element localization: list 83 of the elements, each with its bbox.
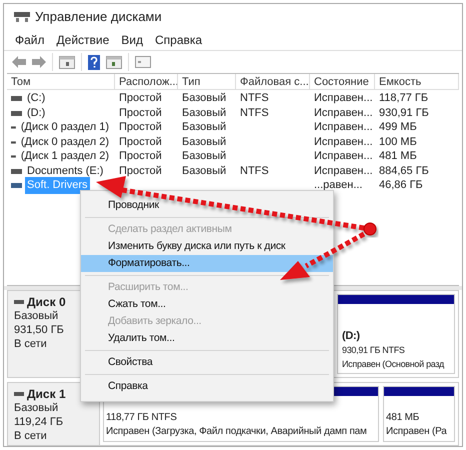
disk-type: Базовый	[14, 400, 60, 415]
table-cell-text: 930,91 ГБ	[379, 106, 429, 121]
menu-item[interactable]: Проводник	[81, 197, 333, 214]
disk-status: В сети	[14, 428, 48, 443]
column-header[interactable]: Файловая с...	[236, 74, 310, 90]
partition-label: (D:)	[342, 328, 361, 343]
volume-name[interactable]: (Диск 1 раздел 2)	[18, 148, 111, 165]
menu-item[interactable]: Вид	[116, 31, 148, 50]
partition-size: 118,77 ГБ NTFS	[106, 410, 178, 425]
table-cell-text: NTFS	[240, 91, 269, 106]
partition-status: Исправен (Ра	[386, 424, 448, 439]
partition-block[interactable]: 481 МБ Исправен (Ра	[383, 386, 455, 442]
table-cell-text: NTFS	[240, 164, 269, 179]
forward-arrow-icon[interactable]	[32, 56, 46, 68]
table-cell-text: Исправен...	[314, 134, 373, 150]
table-cell-text: Простой	[119, 91, 162, 106]
table-cell-text: Исправен...	[314, 164, 373, 179]
table-cell-text: Базовый	[182, 149, 226, 164]
drive-icon	[11, 183, 22, 188]
disk-management-icon	[14, 12, 30, 22]
volume-name[interactable]: (C:)	[25, 90, 48, 107]
partition-block[interactable]: (D:) 930,91 ГБ NTFS Исправен (Основной разд	[337, 294, 455, 374]
drive-icon	[11, 125, 16, 130]
table-cell-text: Исправен...	[314, 106, 373, 121]
help-icon[interactable]	[88, 54, 100, 70]
menu-item[interactable]: Файл	[10, 31, 50, 50]
panel-icon[interactable]	[106, 56, 122, 69]
table-cell-text: Исправен...	[314, 91, 373, 106]
partition-size: 481 МБ	[386, 410, 420, 425]
drive-icon	[11, 168, 22, 174]
table-cell-text: Исправен...	[314, 120, 373, 136]
table-cell-text: Простой	[119, 164, 162, 179]
table-cell-text: Базовый	[182, 120, 226, 136]
table-cell-text: Базовый	[182, 134, 226, 150]
table-cell-text: Простой	[119, 134, 162, 150]
menu-item[interactable]: Справка	[150, 31, 208, 50]
table-cell-text: Простой	[119, 149, 162, 164]
table-cell-text: 499 МБ	[379, 120, 417, 136]
table-cell-text: Базовый	[182, 164, 226, 179]
disk-size: 931,50 ГБ	[14, 322, 65, 337]
table-cell-text: 46,86 ГБ	[379, 178, 423, 194]
disk-name[interactable]: Диск 1	[27, 386, 66, 401]
table-cell-text: Базовый	[182, 106, 226, 121]
table-cell-text: Базовый	[182, 91, 226, 106]
menu-item[interactable]: Форматировать...	[81, 255, 333, 272]
column-header[interactable]: Емкость	[375, 74, 459, 90]
back-arrow-icon[interactable]	[12, 56, 26, 68]
window-title: Управление дисками	[35, 8, 162, 26]
table-cell-text: 481 МБ	[379, 149, 417, 164]
drive-icon	[11, 140, 16, 145]
table-cell-text: NTFS	[240, 106, 269, 121]
menu-item[interactable]: Сжать том...	[81, 296, 333, 313]
drive-icon	[11, 96, 22, 102]
volume-name[interactable]: (Диск 0 раздел 1)	[18, 119, 111, 136]
panel-icon[interactable]	[59, 56, 75, 69]
table-cell-text: Простой	[119, 120, 162, 136]
menu-item[interactable]: Действие	[52, 31, 114, 50]
table-cell-text: Исправен...	[314, 149, 373, 164]
column-header[interactable]: Тип	[178, 74, 236, 90]
partition-status: Исправен (Загрузка, Файл подкачки, Аварийный дамп пам	[106, 424, 368, 439]
table-cell-text: ...равен...	[314, 178, 362, 194]
menu-item[interactable]: Удалить том...	[81, 330, 333, 347]
column-header[interactable]: Состояние	[310, 74, 375, 90]
partition-size: 930,91 ГБ NTFS	[342, 344, 406, 357]
volume-name[interactable]: (D:)	[25, 104, 48, 122]
table-cell-text: 884,65 ГБ	[379, 164, 429, 179]
table-cell-text: Простой	[119, 106, 162, 121]
disk-type: Базовый	[14, 308, 60, 323]
volume-name[interactable]: (Диск 0 раздел 2)	[18, 134, 111, 150]
partition-header	[384, 386, 454, 396]
column-header[interactable]: Том	[7, 74, 115, 90]
drive-icon	[11, 110, 22, 116]
table-cell-text: 100 МБ	[379, 134, 417, 150]
window-icon[interactable]	[135, 56, 151, 68]
disk-name[interactable]: Диск 0	[27, 294, 66, 309]
disk-size: 119,24 ГБ	[14, 414, 64, 429]
partition-status: Исправен (Основной разд	[342, 358, 446, 371]
table-cell-text: 118,77 ГБ	[379, 91, 428, 106]
disk-status: В сети	[14, 336, 48, 351]
volume-name[interactable]: Documents (E:)	[25, 162, 106, 180]
drive-icon	[11, 154, 16, 160]
menu-item[interactable]: Изменить букву диска или путь к диск	[81, 238, 333, 255]
menu-item[interactable]: Свойства	[81, 354, 333, 371]
